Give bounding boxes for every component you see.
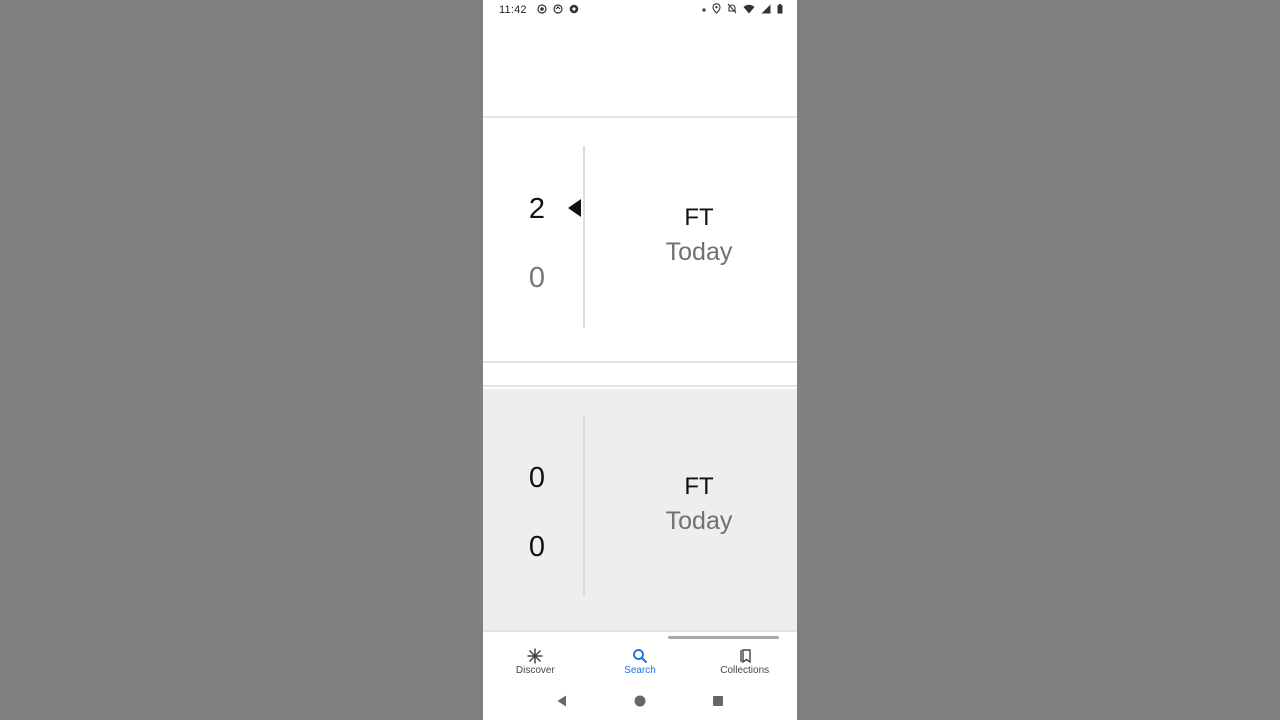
card-separator (483, 365, 797, 387)
team1-score: 2 (528, 193, 546, 225)
match-date: Today (665, 238, 733, 266)
football-icon (569, 4, 579, 17)
status-bar: 11:42 (483, 0, 797, 20)
system-nav-bar (483, 681, 797, 720)
match-card[interactable]: 0 0 FT Today (483, 389, 797, 632)
wifi-icon (743, 4, 755, 17)
home-icon[interactable] (625, 686, 655, 716)
signal-icon (761, 4, 771, 17)
sync-icon (553, 3, 563, 17)
score-divider (583, 415, 585, 597)
team2-score: 0 (528, 531, 546, 563)
dot-icon (702, 5, 706, 15)
nav-label: Search (624, 665, 656, 676)
bottom-nav: Discover Search Collections (483, 639, 797, 681)
screen-record-icon (537, 3, 547, 17)
back-icon[interactable] (547, 686, 577, 716)
nav-search[interactable]: Search (588, 639, 693, 681)
header-area (483, 20, 797, 118)
nav-label: Collections (720, 665, 770, 676)
recents-icon[interactable] (703, 686, 733, 716)
nav-collections[interactable]: Collections (692, 639, 797, 681)
match-date: Today (665, 507, 733, 535)
match-status: FT (684, 204, 714, 231)
team2-score: 0 (528, 262, 546, 294)
phone-screen: 11:42 2 0 FT Today 0 0 FT Today Discover… (483, 0, 797, 720)
collections-icon (737, 647, 753, 665)
asterisk-icon (526, 647, 544, 665)
battery-icon (777, 3, 783, 17)
status-time: 11:42 (499, 4, 527, 16)
score-divider (583, 146, 585, 328)
mute-icon (727, 3, 737, 17)
winner-arrow-icon (568, 199, 581, 217)
status-right-icons (702, 3, 783, 17)
nav-label: Discover (515, 665, 555, 676)
location-icon (712, 3, 721, 17)
search-icon (632, 647, 648, 665)
match-status: FT (684, 473, 714, 500)
team1-score: 0 (528, 462, 546, 494)
match-card[interactable]: 2 0 FT Today (483, 120, 797, 363)
nav-discover[interactable]: Discover (483, 639, 588, 681)
status-left-icons (537, 3, 579, 17)
